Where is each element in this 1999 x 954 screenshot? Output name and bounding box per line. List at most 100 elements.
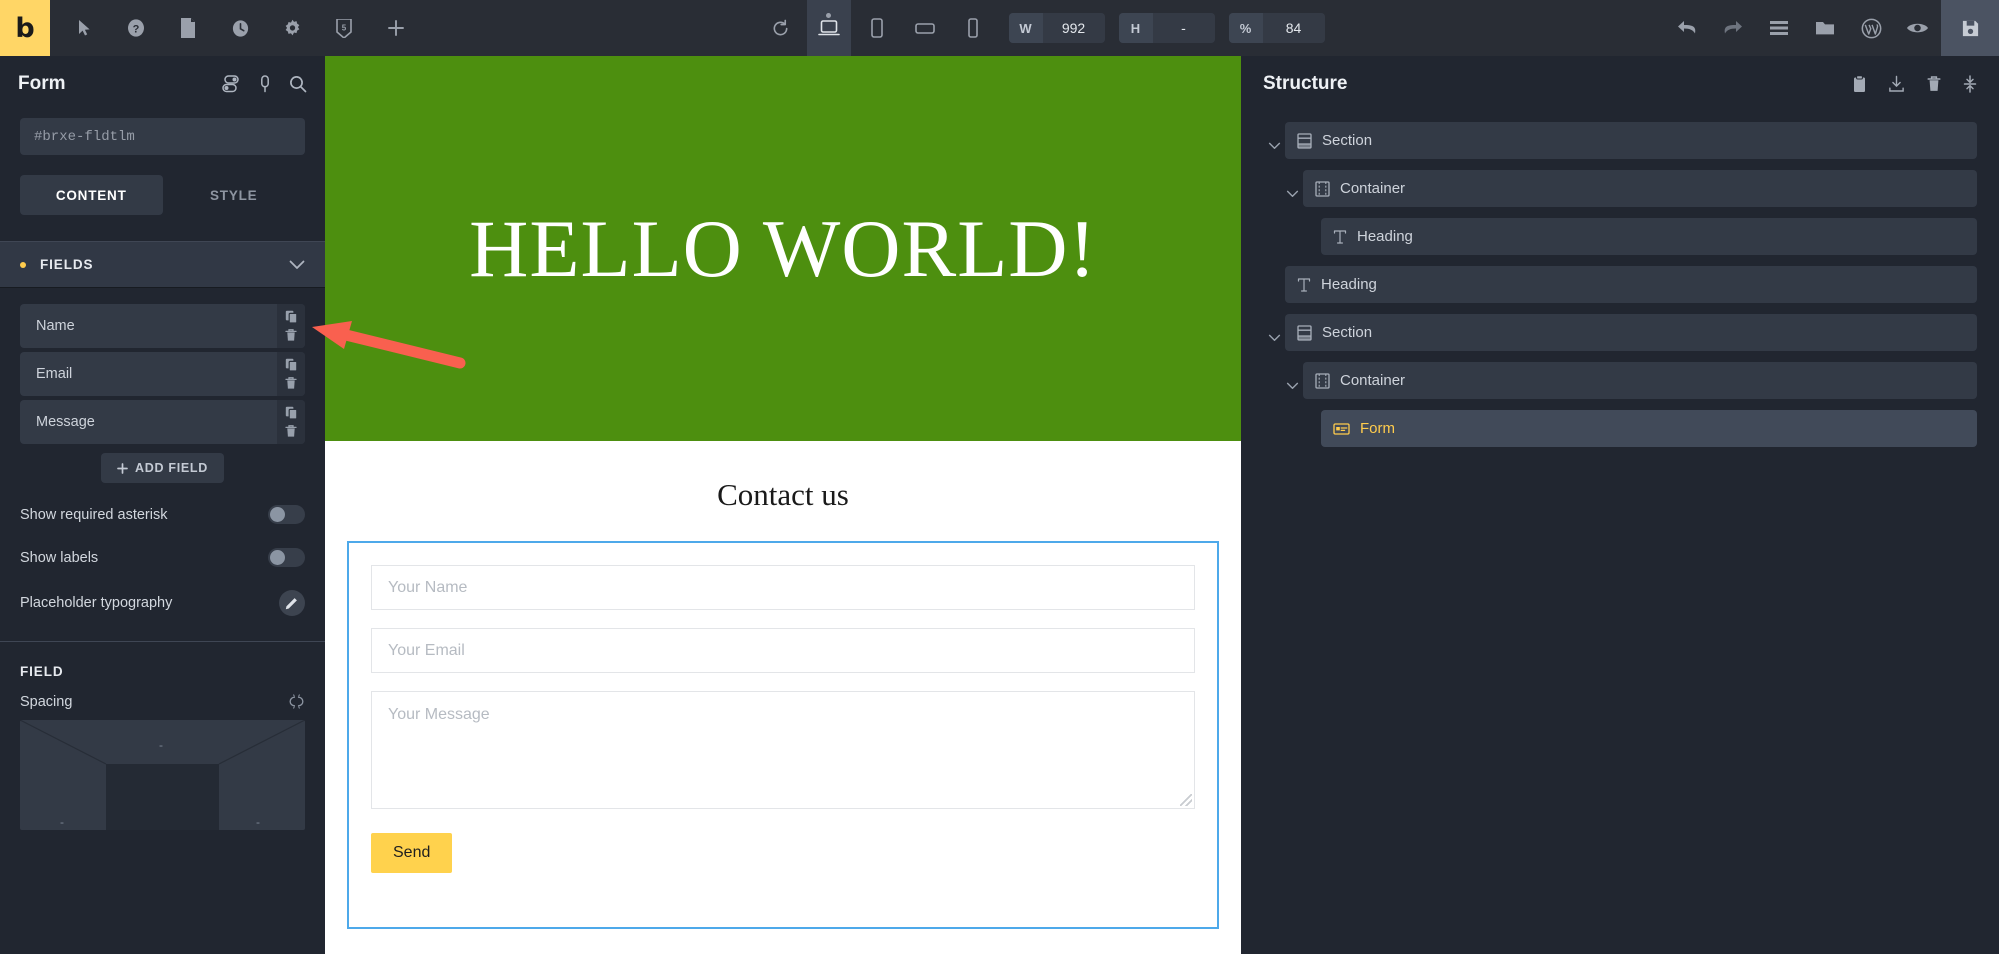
field-label: Name [20, 304, 277, 348]
name-input[interactable]: Your Name [371, 565, 1195, 610]
search-icon[interactable] [289, 75, 307, 93]
preview-eye-icon[interactable] [1895, 0, 1939, 56]
accordion-fields[interactable]: FIELDS [0, 241, 325, 288]
collapse-all-icon[interactable] [1963, 75, 1977, 93]
tree-row[interactable]: Section [1285, 122, 1977, 159]
css-icon[interactable]: 5 [322, 0, 366, 56]
redo-icon[interactable] [1711, 0, 1755, 56]
spacing-value-left[interactable]: - [60, 815, 64, 829]
height-value[interactable]: - [1153, 13, 1215, 43]
tree-item-section: Section [1263, 122, 1977, 170]
chevron-down-icon[interactable] [1281, 190, 1303, 198]
height-control[interactable]: H - [1119, 13, 1215, 43]
undo-icon[interactable] [1665, 0, 1709, 56]
chevron-down-icon[interactable] [1263, 334, 1285, 342]
hero-section[interactable]: HELLO WORLD! [325, 56, 1241, 441]
duplicate-icon[interactable] [285, 310, 298, 324]
save-disk-icon[interactable] [1941, 0, 1999, 56]
trash-icon[interactable] [285, 424, 297, 438]
toolbar-device-group: W 992 H - % 84 [759, 0, 1325, 56]
paste-icon[interactable] [1853, 75, 1866, 93]
accordion-fields-label: FIELDS [40, 257, 289, 272]
duplicate-icon[interactable] [285, 406, 298, 420]
trash-icon[interactable] [285, 376, 297, 390]
link-spacing-icon[interactable] [288, 693, 305, 710]
settings-gear-icon[interactable] [270, 0, 314, 56]
add-plus-icon[interactable] [374, 0, 418, 56]
spacing-value-top[interactable]: - [159, 738, 163, 752]
mobile-icon[interactable] [951, 0, 995, 56]
bricks-logo[interactable]: b [0, 0, 50, 56]
tree-item-heading: Heading [1299, 218, 1977, 266]
option-show-labels: Show labels [0, 536, 325, 579]
send-button[interactable]: Send [371, 833, 452, 873]
folder-icon[interactable] [1803, 0, 1847, 56]
spacing-box-control[interactable]: - - - [20, 720, 305, 830]
page-icon[interactable] [166, 0, 210, 56]
revisions-clock-icon[interactable] [218, 0, 262, 56]
tree-row-selected[interactable]: Form [1321, 410, 1977, 447]
svg-text:?: ? [133, 24, 140, 36]
builder-body: Form #brxe-fldtlm CONTENT STYLE [0, 56, 1999, 954]
spacing-value-right[interactable]: - [256, 815, 260, 829]
tree-row[interactable]: Heading [1321, 218, 1977, 255]
tree-row[interactable]: Heading [1285, 266, 1977, 303]
zoom-value[interactable]: 84 [1263, 13, 1325, 43]
preview-canvas[interactable]: HELLO WORLD! Contact us Your Name Your E… [325, 56, 1241, 954]
pointer-icon[interactable] [62, 0, 106, 56]
bricks-builder-app: b ? 5 [0, 0, 1999, 954]
tablet-landscape-icon[interactable] [903, 0, 947, 56]
add-field-label: ADD FIELD [135, 461, 208, 475]
message-textarea[interactable]: Your Message [371, 691, 1195, 809]
tree-row[interactable]: Section [1285, 314, 1977, 351]
tab-content[interactable]: CONTENT [20, 175, 163, 215]
fields-change-dot [20, 262, 26, 268]
hamburger-menu-icon[interactable] [1757, 0, 1801, 56]
section-icon [1297, 133, 1312, 149]
add-field-button[interactable]: ADD FIELD [101, 453, 224, 483]
trash-icon[interactable] [285, 328, 297, 342]
wordpress-icon[interactable] [1849, 0, 1893, 56]
import-download-icon[interactable] [1888, 75, 1905, 93]
structure-title: Structure [1263, 73, 1853, 95]
hero-heading[interactable]: HELLO WORLD! [469, 202, 1097, 296]
resize-grip-icon[interactable] [1180, 794, 1192, 806]
tree-label: Container [1340, 372, 1405, 389]
option-show-required-asterisk: Show required asterisk [0, 493, 325, 536]
duplicate-icon[interactable] [285, 358, 298, 372]
zoom-label: % [1229, 13, 1263, 43]
email-input[interactable]: Your Email [371, 628, 1195, 673]
tab-style[interactable]: STYLE [163, 175, 306, 215]
field-row[interactable]: Email [20, 352, 305, 396]
element-id-input[interactable]: #brxe-fldtlm [20, 118, 305, 155]
toggle-settings-icon[interactable] [221, 75, 241, 93]
tablet-portrait-icon[interactable] [855, 0, 899, 56]
tree-label: Heading [1357, 228, 1413, 245]
tree-row[interactable]: Container [1303, 170, 1977, 207]
toolbar-spacer-left [418, 0, 759, 56]
show-required-asterisk-toggle[interactable] [268, 505, 305, 524]
pin-icon[interactable] [257, 75, 273, 93]
desktop-icon[interactable] [807, 0, 851, 56]
zoom-control[interactable]: % 84 [1229, 13, 1325, 43]
field-label: Email [20, 352, 277, 396]
show-labels-toggle[interactable] [268, 548, 305, 567]
height-label: H [1119, 13, 1153, 43]
form-element[interactable]: Your Name Your Email Your Message Send [347, 541, 1219, 929]
trash-icon[interactable] [1927, 75, 1941, 93]
chevron-down-icon[interactable] [289, 260, 305, 270]
tree-row[interactable]: Container [1303, 362, 1977, 399]
field-row[interactable]: Name [20, 304, 305, 348]
chevron-down-icon[interactable] [1263, 142, 1285, 150]
help-icon[interactable]: ? [114, 0, 158, 56]
field-row[interactable]: Message [20, 400, 305, 444]
edit-pencil-icon[interactable] [279, 590, 305, 616]
width-value[interactable]: 992 [1043, 13, 1105, 43]
chevron-down-icon[interactable] [1281, 382, 1303, 390]
structure-header-icons [1853, 75, 1977, 93]
contact-heading[interactable]: Contact us [325, 441, 1241, 541]
reload-icon[interactable] [759, 0, 803, 56]
tree-label: Section [1322, 132, 1372, 149]
width-control[interactable]: W 992 [1009, 13, 1105, 43]
element-settings-panel: Form #brxe-fldtlm CONTENT STYLE [0, 56, 325, 954]
